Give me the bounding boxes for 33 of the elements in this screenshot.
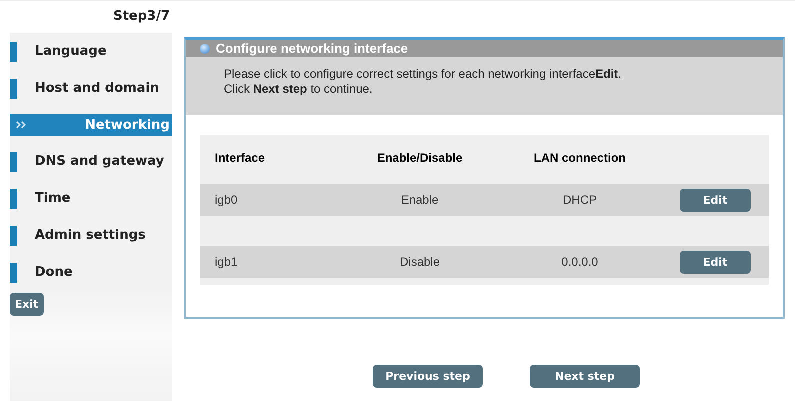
column-header: Enable/Disable (376, 150, 464, 164)
sidebar-item[interactable]: DNS and gateway (10, 143, 172, 180)
step-marker (10, 188, 17, 208)
previous-step-button[interactable]: Previous step (373, 365, 483, 388)
panel-title: Configure networking interface (216, 41, 408, 56)
column-header: Interface (214, 150, 266, 164)
sidebar-item[interactable]: Admin settings (10, 217, 172, 254)
exit-button[interactable]: Exit (10, 293, 44, 316)
sidebar-item[interactable]: Host and domain (10, 70, 172, 107)
table-cell-text: igb1 (214, 255, 239, 269)
step-marker (10, 42, 17, 62)
table-cell-text: DHCP (562, 193, 598, 207)
step-marker (10, 152, 17, 172)
step-counter: Step3/7 (112, 9, 171, 26)
column-header: LAN connection (533, 150, 627, 164)
sidebar-item[interactable]: Time (10, 180, 172, 217)
sidebar-item[interactable]: Done (10, 254, 172, 291)
table-cell-text: igb0 (214, 193, 239, 207)
step-marker (10, 78, 17, 98)
table-cell-text: Disable (398, 255, 442, 269)
step-marker (10, 262, 17, 282)
table-cell-text: 0.0.0.0 (560, 255, 600, 269)
edit-button[interactable]: Edit (680, 250, 751, 274)
double-chevron-icon (16, 121, 28, 129)
sidebar-item[interactable]: Networking (10, 114, 172, 136)
bullet-icon (200, 44, 210, 54)
table-cell-text: Enable (400, 193, 440, 207)
sidebar-item[interactable]: Language (10, 33, 172, 70)
next-step-button[interactable]: Next step (530, 365, 640, 388)
instruction-text: Click Next step to continue. (224, 82, 374, 97)
instruction-text: Please click to configure correct settings for each networking interfaceEdit. (224, 67, 623, 82)
edit-button[interactable]: Edit (680, 188, 751, 212)
step-marker (10, 226, 17, 246)
